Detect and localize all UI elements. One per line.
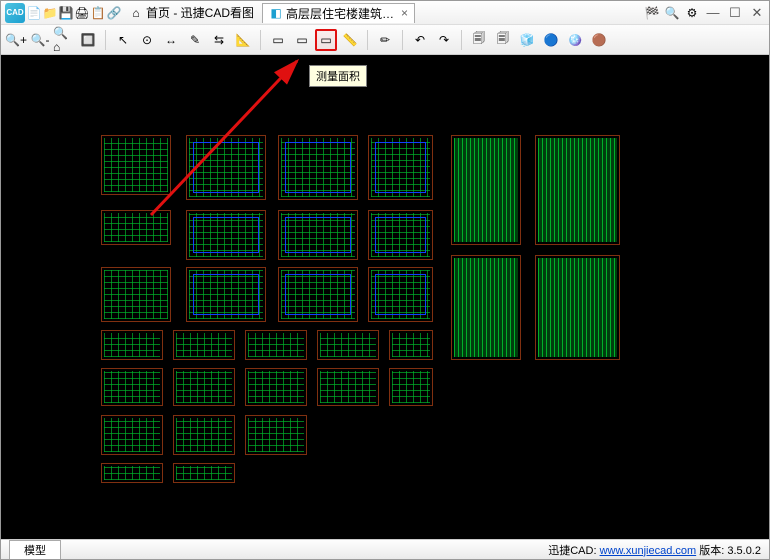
redo-button[interactable]: ↷ (433, 29, 455, 51)
layers-button[interactable]: 🗐 (468, 29, 490, 51)
sphere1-button[interactable]: 🔵 (540, 29, 562, 51)
drawing-thumb[interactable] (173, 368, 235, 406)
app-logo-icon: CAD (5, 3, 25, 23)
drawing-thumb[interactable] (535, 135, 620, 245)
separator (402, 30, 403, 50)
titlebar: CAD 📄 📁 💾 🖨 📋 🔗 ⌂ 首页 - 迅捷CAD看图 ◧ 高层层住宅楼建… (1, 1, 769, 25)
drawing-thumb[interactable] (173, 463, 235, 483)
measure-length-button[interactable]: 📏 (339, 29, 361, 51)
model-tab[interactable]: 模型 (9, 540, 61, 559)
drawing-thumb[interactable] (186, 210, 266, 260)
search-icon[interactable]: 🔍 (665, 6, 679, 20)
drawing-thumb[interactable] (101, 267, 171, 322)
drawing-thumb[interactable] (101, 368, 163, 406)
tab-home[interactable]: ⌂ 首页 - 迅捷CAD看图 (123, 3, 260, 23)
separator (461, 30, 462, 50)
angle-button[interactable]: 📐 (232, 29, 254, 51)
drawing-thumb[interactable] (451, 255, 521, 360)
drawing-thumb[interactable] (101, 463, 163, 483)
drawing-thumb[interactable] (186, 267, 266, 322)
drawing-thumb[interactable] (317, 368, 379, 406)
separator (260, 30, 261, 50)
drawing-thumb[interactable] (101, 415, 163, 455)
open-icon[interactable]: 📁 (43, 6, 57, 20)
drawing-thumb[interactable] (368, 210, 433, 260)
zoom-in-button[interactable]: 🔍+ (5, 29, 27, 51)
tooltip: 测量面积 (309, 65, 367, 87)
drawing-thumb[interactable] (368, 135, 433, 200)
close-button[interactable]: ✕ (749, 5, 765, 21)
drawing-thumb[interactable] (278, 267, 358, 322)
print-icon[interactable]: 🖨 (75, 6, 89, 20)
status-right: 迅捷CAD: www.xunjiecad.com 版本: 3.5.0.2 (548, 542, 761, 558)
drawing-thumb[interactable] (101, 210, 171, 245)
circle-tool-button[interactable]: ⊙ (136, 29, 158, 51)
drawing-thumb[interactable] (101, 330, 163, 360)
rect-button-1[interactable]: ▭ (267, 29, 289, 51)
gear-icon[interactable]: ⚙ (685, 6, 699, 20)
save-icon[interactable]: 💾 (59, 6, 73, 20)
pan-button[interactable]: ↔ (160, 29, 182, 51)
drawing-thumb[interactable] (186, 135, 266, 200)
tab-file-active[interactable]: ◧ 高层层住宅楼建筑… × (262, 3, 415, 23)
canvas[interactable]: 测量面积 (1, 55, 769, 539)
drawing-thumb[interactable] (173, 330, 235, 360)
drawing-thumb[interactable] (245, 330, 307, 360)
drawing-thumb[interactable] (278, 135, 358, 200)
app-window: CAD 📄 📁 💾 🖨 📋 🔗 ⌂ 首页 - 迅捷CAD看图 ◧ 高层层住宅楼建… (0, 0, 770, 560)
swap-button[interactable]: ⇆ (208, 29, 230, 51)
rect-button-2[interactable]: ▭ (291, 29, 313, 51)
flag-icon[interactable]: 🏁 (645, 6, 659, 20)
select-button[interactable]: ↖ (112, 29, 134, 51)
tab-close-button[interactable]: × (401, 6, 408, 20)
separator (105, 30, 106, 50)
minimize-button[interactable]: — (705, 5, 721, 21)
brand-url-link[interactable]: www.xunjiecad.com (600, 545, 697, 557)
drawing-thumb[interactable] (451, 135, 521, 245)
drawing-thumb[interactable] (245, 368, 307, 406)
copy-icon[interactable]: 📋 (91, 6, 105, 20)
undo-button[interactable]: ↶ (409, 29, 431, 51)
drawing-thumb[interactable] (101, 135, 171, 195)
pencil-button[interactable]: ✏ (374, 29, 396, 51)
sphere3-button[interactable]: 🟤 (588, 29, 610, 51)
drawing-thumb[interactable] (278, 210, 358, 260)
maximize-button[interactable]: ☐ (727, 5, 743, 21)
tab-home-label: 首页 - 迅捷CAD看图 (146, 4, 254, 21)
file-cad-icon: ◧ (269, 6, 283, 20)
edit-button[interactable]: ✎ (184, 29, 206, 51)
statusbar: 模型 迅捷CAD: www.xunjiecad.com 版本: 3.5.0.2 (1, 539, 769, 559)
drawing-thumb[interactable] (173, 415, 235, 455)
version-value: 3.5.0.2 (727, 545, 761, 557)
zoom-window-button[interactable]: 🔲 (77, 29, 99, 51)
separator (367, 30, 368, 50)
sphere2-button[interactable]: 🪩 (564, 29, 586, 51)
drawing-thumb[interactable] (368, 267, 433, 322)
zoom-out-button[interactable]: 🔍- (29, 29, 51, 51)
sheets-button[interactable]: 🗐 (492, 29, 514, 51)
link-icon[interactable]: 🔗 (107, 6, 121, 20)
drawing-thumb[interactable] (389, 368, 433, 406)
toolbar: 🔍+ 🔍- 🔍⌂ 🔲 ↖ ⊙ ↔ ✎ ⇆ 📐 ▭ ▭ ▭ 📏 ✏ ↶ ↷ 🗐 🗐… (1, 25, 769, 55)
drawing-thumb[interactable] (389, 330, 433, 360)
drawing-thumb[interactable] (535, 255, 620, 360)
drawing-thumb[interactable] (245, 415, 307, 455)
zoom-home-button[interactable]: 🔍⌂ (53, 29, 75, 51)
tab-file-label: 高层层住宅楼建筑… (286, 5, 394, 22)
new-icon[interactable]: 📄 (27, 6, 41, 20)
view3d-button[interactable]: 🧊 (516, 29, 538, 51)
brand-label: 迅捷CAD: (548, 545, 596, 557)
measure-area-button[interactable]: ▭ (315, 29, 337, 51)
drawing-thumb[interactable] (317, 330, 379, 360)
version-label: 版本: (699, 545, 724, 557)
home-icon: ⌂ (129, 6, 143, 20)
